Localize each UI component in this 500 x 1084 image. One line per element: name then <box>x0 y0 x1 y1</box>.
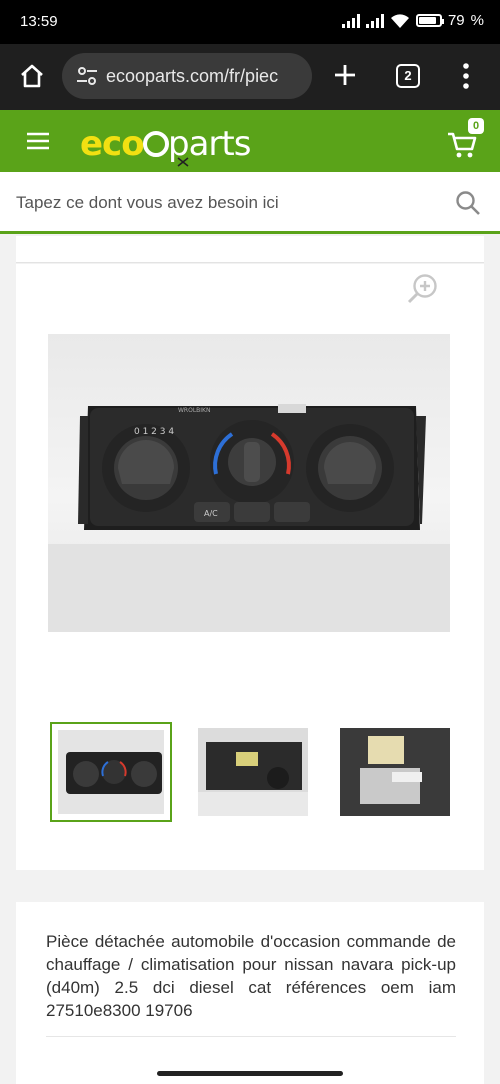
ac-button-label: A/C <box>204 509 218 518</box>
tune-icon[interactable] <box>76 66 98 86</box>
gesture-nav-bar[interactable] <box>157 1071 343 1076</box>
more-vert-icon[interactable] <box>462 62 470 90</box>
product-description-card: Pièce détachée automobile d'occasion com… <box>16 902 484 1084</box>
svg-text:parts: parts <box>168 124 251 164</box>
card-edge <box>16 236 484 263</box>
zoom-in-icon[interactable] <box>406 272 440 306</box>
product-gallery: WROLBIKN 0 1 2 3 4 A/C <box>16 264 484 870</box>
url-text: ecooparts.com/fr/piec <box>106 65 279 86</box>
svg-text:eco: eco <box>80 124 144 164</box>
status-icons: 79% <box>341 12 484 29</box>
ecooparts-logo[interactable]: eco parts <box>80 122 280 168</box>
menu-icon[interactable] <box>26 132 50 150</box>
tabs-icon[interactable]: 2 <box>396 64 420 88</box>
status-bar: 13:59 79% <box>0 0 500 44</box>
search-input[interactable] <box>14 186 438 220</box>
panel-model-text: WROLBIKN <box>178 407 210 414</box>
product-description: Pièce détachée automobile d'occasion com… <box>46 932 456 1020</box>
browser-toolbar: ecooparts.com/fr/piec 2 <box>0 44 500 110</box>
battery-percent-sign: % <box>470 12 484 29</box>
battery-level: 79 <box>447 12 465 29</box>
signal-icon <box>365 13 384 28</box>
signal-icon <box>341 13 360 28</box>
search-bar <box>0 172 500 234</box>
site-header: eco parts <box>0 110 500 172</box>
divider <box>46 1036 456 1037</box>
product-main-image[interactable]: WROLBIKN 0 1 2 3 4 A/C <box>48 334 450 632</box>
tab-count: 2 <box>404 68 412 83</box>
search-icon[interactable] <box>455 190 481 216</box>
battery-icon <box>415 14 444 27</box>
thumbnail-image <box>198 742 308 816</box>
thumbnail-1[interactable] <box>50 722 172 822</box>
cart-count-badge: 0 <box>468 118 484 134</box>
thumbnail-2[interactable] <box>192 722 314 822</box>
heater-control-panel-image: WROLBIKN 0 1 2 3 4 A/C <box>48 404 450 632</box>
fan-speed-digits: 0 1 2 3 4 <box>134 427 174 437</box>
thumbnail-3[interactable] <box>334 722 456 822</box>
thumbnail-image <box>66 752 162 794</box>
status-time: 13:59 <box>20 13 58 30</box>
address-bar[interactable]: ecooparts.com/fr/piec <box>62 53 312 99</box>
plus-icon[interactable] <box>330 60 360 90</box>
home-icon[interactable] <box>18 62 46 90</box>
thumbnail-image <box>340 728 450 816</box>
wifi-icon <box>390 13 409 28</box>
